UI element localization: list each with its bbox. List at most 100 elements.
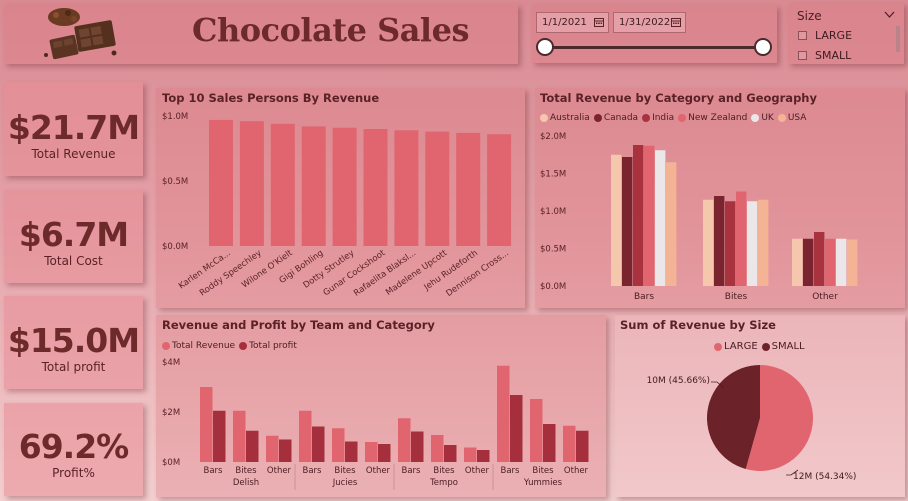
x-tick-label: Bars	[204, 466, 224, 476]
y-tick-label: $2.0M	[540, 132, 566, 142]
x-tick-label: Bars	[501, 466, 521, 476]
legend-label: LARGE	[724, 341, 758, 352]
bar	[270, 123, 295, 246]
bar	[394, 130, 419, 246]
y-tick-label: $2M	[162, 408, 180, 418]
size-option-small-label: SMALL	[815, 49, 852, 62]
bar	[233, 410, 246, 462]
x-tick-label: Bars	[303, 466, 323, 476]
legend-item-total-revenue[interactable]: Total Revenue	[162, 341, 235, 351]
bar	[246, 430, 259, 462]
bar	[431, 435, 444, 462]
chocolate-bars-icon	[26, 5, 126, 63]
x-tick-label: Bars	[634, 292, 654, 302]
legend-dot	[239, 342, 248, 350]
size-option-small[interactable]: SMALL	[798, 49, 851, 62]
x-tick-label: Bites	[532, 466, 554, 476]
bar	[736, 191, 747, 286]
legend-dot	[593, 114, 602, 122]
calendar-icon	[671, 18, 681, 27]
legend-dot	[540, 114, 548, 122]
legend-label: Total Revenue	[172, 341, 236, 351]
y-tick-label: $4M	[162, 358, 180, 368]
legend-item-small[interactable]: SMALL	[761, 341, 805, 352]
start-date-input[interactable]: 1/1/2021	[536, 12, 609, 33]
legend-item-new-zealand[interactable]: New Zealand	[678, 113, 747, 123]
kpi-total-cost-label: Total Cost	[44, 254, 103, 268]
top-salespersons-chart: $0.0M$0.5M$1.0MKarlen McCa...Roddy Speec…	[162, 112, 512, 299]
x-group-label: Delish	[233, 478, 259, 488]
bar	[497, 365, 510, 462]
x-tick-label: Bites	[725, 292, 748, 302]
bar	[312, 426, 325, 462]
legend-item-large[interactable]: LARGE	[714, 341, 758, 352]
bar	[456, 132, 481, 246]
size-option-large[interactable]: LARGE	[798, 29, 852, 42]
kpi-profit-percent-label: Profit%	[52, 466, 95, 480]
end-date-value: 1/31/2022	[619, 17, 671, 28]
x-group-label: Jucies	[332, 478, 358, 488]
legend-item-australia[interactable]: Australia	[540, 113, 590, 123]
legend-item-uk[interactable]: UK	[751, 113, 774, 123]
legend-label: USA	[787, 113, 807, 123]
bar	[825, 238, 836, 286]
bar	[411, 431, 424, 462]
bar	[622, 157, 633, 286]
bar	[209, 119, 233, 246]
category-geography-title: Total Revenue by Category and Geography	[540, 91, 817, 105]
y-tick-label: $0.0M	[540, 282, 566, 292]
kpi-total-revenue-label: Total Revenue	[31, 147, 116, 161]
legend-label: Australia	[550, 113, 590, 123]
top-salespersons-title: Top 10 Sales Persons By Revenue	[162, 91, 380, 105]
team-category-chart: $0M $2M $4M Bars Bites Other Delish Bars Bites Ot…	[162, 358, 589, 490]
bar	[363, 129, 388, 246]
bar	[530, 399, 543, 462]
team-category-title: Revenue and Profit by Team and Category	[162, 318, 435, 332]
legend-dot	[678, 114, 687, 122]
start-date-value: 1/1/2021	[542, 17, 587, 28]
bar	[279, 439, 292, 462]
bar	[747, 201, 758, 286]
bar	[563, 425, 576, 462]
x-tick-label: Other	[812, 292, 838, 302]
y-tick-label: $0.0M	[162, 242, 188, 252]
kpi-total-profit-label: Total profit	[41, 360, 106, 374]
size-option-small-checkbox[interactable]	[798, 51, 807, 60]
legend-dot	[714, 342, 722, 351]
legend-dot	[162, 342, 170, 350]
size-option-large-checkbox[interactable]	[798, 31, 807, 40]
legend-label: Total profit	[249, 341, 297, 351]
bar	[444, 445, 457, 462]
end-date-handle[interactable]	[754, 38, 772, 56]
bar	[847, 239, 858, 286]
legend-label: SMALL	[771, 341, 805, 352]
x-tick-label: Other	[465, 466, 490, 476]
date-range-track	[545, 46, 763, 49]
team-category-legend: Total Revenue Total profit	[162, 341, 301, 351]
bar	[633, 145, 644, 286]
bar	[301, 126, 326, 246]
kpi-profit-percent-value: 69.2%	[18, 427, 130, 466]
legend-item-total-profit[interactable]: Total profit	[239, 341, 297, 351]
x-tick-label: Bites	[433, 466, 455, 476]
bar	[666, 162, 677, 286]
bar	[487, 134, 512, 246]
legend-label: Canada	[603, 113, 639, 123]
legend-item-canada[interactable]: Canada	[593, 113, 639, 123]
legend-item-india[interactable]: India	[642, 113, 674, 123]
legend-item-usa[interactable]: USA	[777, 113, 807, 123]
y-tick-label: $0.5M	[162, 177, 188, 187]
chevron-down-icon[interactable]	[884, 11, 895, 19]
kpi-total-revenue: $21.7M Total Revenue	[4, 82, 143, 176]
start-date-handle[interactable]	[536, 38, 554, 56]
kpi-total-cost-value: $6.7M	[18, 215, 129, 254]
bar	[611, 154, 622, 286]
bar	[200, 387, 213, 462]
end-date-input[interactable]: 1/31/2022	[613, 12, 686, 33]
data-label: 12M (54.34%)	[793, 472, 856, 482]
x-group-label: Tempo	[429, 478, 458, 488]
size-slicer-scrollbar[interactable]	[896, 26, 900, 52]
x-tick-label: Other	[564, 466, 589, 476]
bar	[213, 410, 226, 462]
x-tick-label: Bites	[235, 466, 257, 476]
